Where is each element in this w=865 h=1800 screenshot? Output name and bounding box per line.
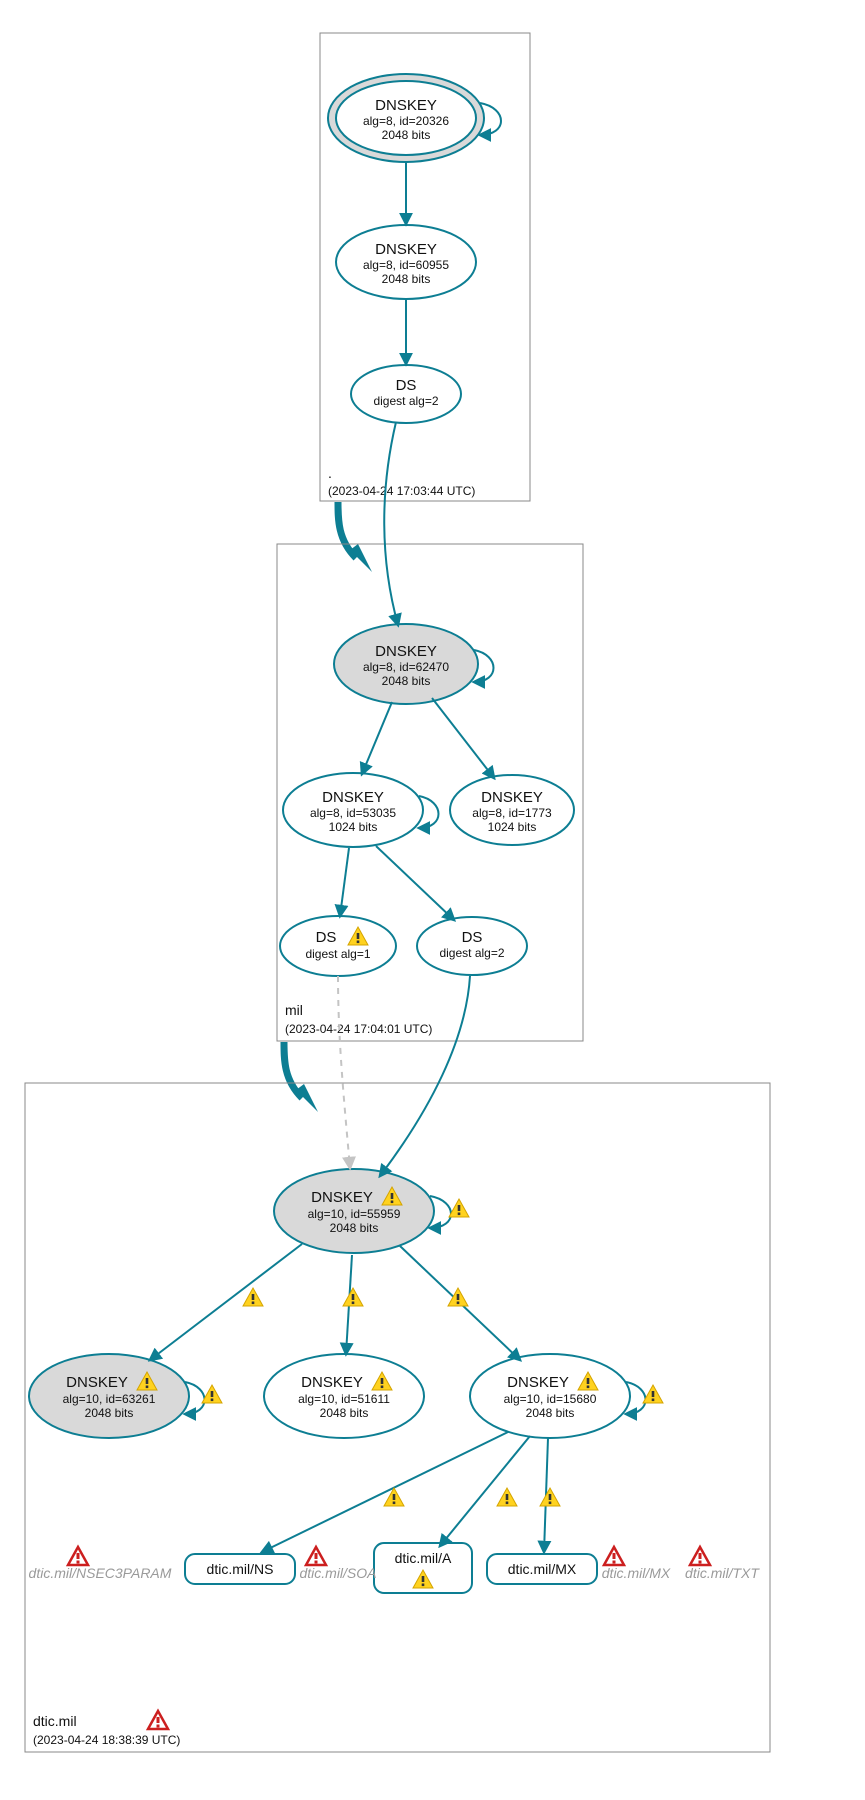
node-mil-zsk-1773[interactable]: DNSKEY alg=8, id=1773 1024 bits [450,775,574,845]
svg-text:DS: DS [316,929,337,946]
svg-text:alg=10, id=15680: alg=10, id=15680 [504,1392,597,1406]
svg-text:DS: DS [462,929,483,946]
warn-icon [643,1385,663,1403]
rrset-dtic-txt: dtic.mil/TXT [685,1565,760,1581]
warn-icon [448,1288,468,1306]
zone-mil-label: mil [285,1002,303,1018]
zone-mil: mil (2023-04-24 17:04:01 UTC) DNSKEY alg… [277,422,583,1041]
rrset-dtic-nsec3param: dtic.mil/NSEC3PARAM [29,1565,172,1581]
zone-mil-ts: (2023-04-24 17:04:01 UTC) [285,1022,432,1036]
svg-text:2048 bits: 2048 bits [382,674,431,688]
zone-root-ts: (2023-04-24 17:03:44 UTC) [328,484,475,498]
edge-mil-zsk1-ds2 [376,846,454,920]
svg-text:dtic.mil/MX: dtic.mil/MX [508,1561,577,1577]
node-mil-ksk[interactable]: DNSKEY alg=8, id=62470 2048 bits [334,624,478,704]
warn-icon [449,1199,469,1217]
svg-text:2048 bits: 2048 bits [320,1406,369,1420]
svg-text:2048 bits: 2048 bits [382,272,431,286]
node-root-ksk[interactable]: DNSKEY alg=8, id=20326 2048 bits [328,74,484,162]
svg-text:1024 bits: 1024 bits [488,820,537,834]
svg-text:DNSKEY: DNSKEY [375,241,437,258]
edge-dtic-ksk-k2 [150,1244,302,1360]
rrset-dtic-soa: dtic.mil/SOA [299,1565,376,1581]
zone-root-label: . [328,465,332,481]
edge-mil-ksk-zsk2 [432,698,494,778]
node-dtic-key-15680[interactable]: DNSKEY alg=10, id=15680 2048 bits [470,1354,630,1438]
edge-mil-ksk-zsk1 [362,702,392,774]
svg-text:alg=8, id=53035: alg=8, id=53035 [310,806,396,820]
edge-dtic-k4-a [440,1436,530,1546]
svg-text:digest alg=2: digest alg=2 [373,394,438,408]
error-icon [148,1711,168,1729]
svg-text:DNSKEY: DNSKEY [322,789,384,806]
svg-text:2048 bits: 2048 bits [330,1221,379,1235]
svg-text:dtic.mil/NS: dtic.mil/NS [207,1561,274,1577]
error-icon [68,1547,88,1565]
zone-root: . (2023-04-24 17:03:44 UTC) DNSKEY alg=8… [320,33,530,501]
delegation-mil-to-dtic [284,1042,318,1112]
svg-text:DNSKEY: DNSKEY [66,1374,128,1391]
edge-mil-zsk1-ds1 [340,848,349,916]
warn-icon [497,1488,517,1506]
node-root-zsk[interactable]: DNSKEY alg=8, id=60955 2048 bits [336,225,476,299]
svg-text:2048 bits: 2048 bits [85,1406,134,1420]
rrset-dtic-ns[interactable]: dtic.mil/NS [185,1554,295,1584]
svg-text:digest alg=1: digest alg=1 [305,947,370,961]
svg-text:alg=8, id=62470: alg=8, id=62470 [363,660,449,674]
zone-dtic-ts: (2023-04-24 18:38:39 UTC) [33,1733,180,1747]
node-dtic-key-63261[interactable]: DNSKEY alg=10, id=63261 2048 bits [29,1354,189,1438]
svg-text:alg=10, id=51611: alg=10, id=51611 [298,1392,390,1406]
warn-icon [540,1488,560,1506]
warn-icon [202,1385,222,1403]
rrset-dtic-a[interactable]: dtic.mil/A [374,1543,472,1593]
svg-text:2048 bits: 2048 bits [526,1406,575,1420]
svg-text:DNSKEY: DNSKEY [375,97,437,114]
rrset-dtic-mx[interactable]: dtic.mil/MX [487,1554,597,1584]
svg-text:alg=8, id=20326: alg=8, id=20326 [363,114,449,128]
warn-icon [243,1288,263,1306]
svg-text:DNSKEY: DNSKEY [375,643,437,660]
error-icon [306,1547,326,1565]
edge-mil-ds1-dtic-ksk [338,976,350,1168]
error-icon [690,1547,710,1565]
warn-icon [343,1288,363,1306]
svg-text:alg=8, id=1773: alg=8, id=1773 [472,806,552,820]
svg-text:1024 bits: 1024 bits [329,820,378,834]
rrset-dtic-mx-grey: dtic.mil/MX [602,1565,671,1581]
node-dtic-key-51611[interactable]: DNSKEY alg=10, id=51611 2048 bits [264,1354,424,1438]
svg-text:alg=10, id=63261: alg=10, id=63261 [63,1392,156,1406]
svg-text:DS: DS [396,377,417,394]
node-mil-zsk-53035[interactable]: DNSKEY alg=8, id=53035 1024 bits [283,773,423,847]
svg-text:DNSKEY: DNSKEY [481,789,543,806]
node-dtic-ksk[interactable]: DNSKEY alg=10, id=55959 2048 bits [274,1169,434,1253]
svg-text:DNSKEY: DNSKEY [507,1374,569,1391]
svg-text:digest alg=2: digest alg=2 [439,946,504,960]
node-mil-ds1[interactable]: DS digest alg=1 [280,916,396,976]
edge-root-ds-mil-ksk [384,422,398,625]
zone-dtic-label: dtic.mil [33,1713,77,1729]
svg-text:dtic.mil/A: dtic.mil/A [395,1550,452,1566]
svg-text:DNSKEY: DNSKEY [311,1189,373,1206]
node-root-ds[interactable]: DS digest alg=2 [351,365,461,423]
svg-text:2048 bits: 2048 bits [382,128,431,142]
svg-text:alg=8, id=60955: alg=8, id=60955 [363,258,449,272]
edge-dtic-k4-ns [262,1432,508,1552]
delegation-root-to-mil [338,502,372,572]
node-mil-ds2[interactable]: DS digest alg=2 [417,917,527,975]
svg-text:alg=10, id=55959: alg=10, id=55959 [308,1207,401,1221]
svg-text:DNSKEY: DNSKEY [301,1374,363,1391]
edge-mil-ds2-dtic-ksk [380,976,470,1176]
zone-dtic: dtic.mil (2023-04-24 18:38:39 UTC) DNSKE… [25,976,770,1752]
error-icon [604,1547,624,1565]
